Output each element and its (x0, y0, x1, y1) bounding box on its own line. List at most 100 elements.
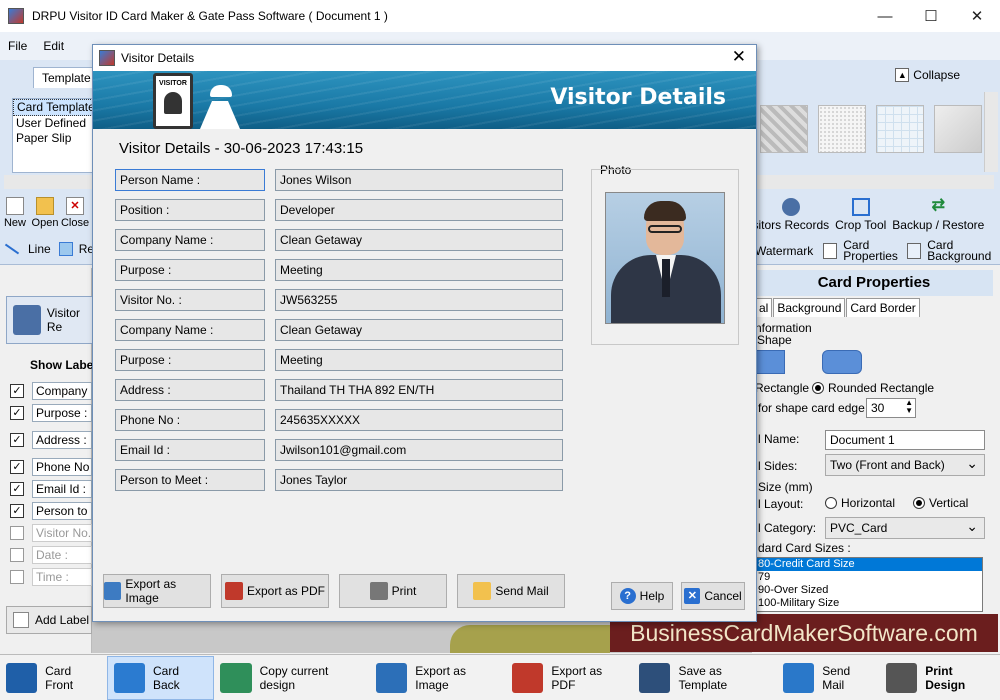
badge-text: VISITOR (159, 80, 187, 87)
vertical-option[interactable]: Vertical (913, 496, 968, 510)
label-checkbox[interactable]: ✓ (10, 460, 24, 474)
bottom-toolbar-button[interactable]: Save as Template (633, 656, 777, 700)
field-value[interactable]: 245635XXXXX (275, 409, 563, 431)
card-properties-button[interactable]: Card Properties (843, 239, 899, 262)
help-button[interactable]: ? Help (611, 582, 673, 610)
template-list[interactable]: Card Template User Defined Paper Slip (12, 98, 102, 173)
label-checkbox[interactable]: ✓ (10, 504, 24, 518)
watermark-button[interactable]: Watermark (755, 244, 813, 258)
maximize-button[interactable]: ☐ (908, 0, 954, 32)
card-size-item[interactable]: 90-Over Sized (756, 584, 982, 597)
label-checklist-row: Time : (10, 566, 92, 588)
horizontal-option[interactable]: Horizontal (825, 496, 895, 510)
bottom-toolbar-button[interactable]: Card Front (0, 656, 107, 700)
category-select[interactable]: PVC_Card (825, 517, 985, 539)
send-mail-button[interactable]: Send Mail (457, 574, 565, 608)
card-sides-select[interactable]: Two (Front and Back) (825, 454, 985, 476)
label-checkbox[interactable]: ✓ (10, 433, 24, 447)
tab-general[interactable]: al (755, 298, 773, 317)
template-list-item[interactable]: Paper Slip (13, 131, 101, 146)
print-button[interactable]: Print (339, 574, 447, 608)
spin-arrows-icon[interactable]: ▲ ▼ (905, 399, 913, 415)
close-file-button[interactable]: ✕ Close (60, 195, 90, 235)
label-checkbox[interactable]: ✓ (10, 406, 24, 420)
bottom-toolbar-button[interactable]: Export as PDF (506, 656, 633, 700)
card-sizes-list[interactable]: 80-Credit Card Size 79 90-Over Sized 100… (755, 557, 983, 612)
rectangle-option[interactable]: Rectangle (755, 381, 809, 395)
field-label: Company Name : (115, 319, 265, 341)
card-name-input[interactable]: Document 1 (825, 430, 985, 450)
export-image-button[interactable]: Export as Image (103, 574, 211, 608)
field-value[interactable]: Jones Taylor (275, 469, 563, 491)
field-value[interactable]: Clean Getaway (275, 319, 563, 341)
field-value[interactable]: Clean Getaway (275, 229, 563, 251)
tab-template[interactable]: Template (33, 67, 100, 88)
visitors-records-button[interactable]: Visitors Records (742, 198, 829, 232)
layout-label: l Layout: (758, 497, 804, 511)
shape-edge-stepper[interactable]: 30 ▲ ▼ (866, 398, 916, 418)
visitor-photo[interactable] (605, 192, 725, 324)
background-thumbnail[interactable] (760, 105, 808, 153)
badge-photo-icon (164, 92, 182, 114)
field-value[interactable]: Developer (275, 199, 563, 221)
minimize-button[interactable]: — (862, 0, 908, 32)
crop-tool-label: Crop Tool (835, 218, 887, 232)
field-value[interactable]: Thailand TH THA 892 EN/TH (275, 379, 563, 401)
line-tool[interactable]: Line (28, 242, 51, 256)
field-value[interactable]: Meeting (275, 259, 563, 281)
label-checkbox[interactable]: ✓ (10, 384, 24, 398)
label-checkbox[interactable] (10, 548, 24, 562)
field-value[interactable]: JW563255 (275, 289, 563, 311)
thumbnail-scrollbar[interactable] (984, 92, 998, 172)
label-checkbox[interactable]: ✓ (10, 482, 24, 496)
export-pdf-button[interactable]: Export as PDF (221, 574, 329, 608)
label-checklist-row: ✓ Company (10, 380, 92, 402)
new-button[interactable]: New (0, 195, 30, 235)
field-value[interactable]: Meeting (275, 349, 563, 371)
cancel-button[interactable]: ✕ Cancel (681, 582, 745, 610)
background-thumbnail[interactable] (818, 105, 866, 153)
template-list-item[interactable]: Card Template (13, 99, 101, 116)
export-pdf-label: Export as PDF (246, 584, 326, 598)
bottom-toolbar-button[interactable]: Copy current design (214, 656, 370, 700)
label-checkbox[interactable] (10, 570, 24, 584)
card-size-item[interactable]: 80-Credit Card Size (756, 558, 982, 571)
crop-tool-button[interactable]: Crop Tool (835, 198, 886, 232)
label-checkbox[interactable] (10, 526, 24, 540)
bottom-toolbar-button[interactable]: Export as Image (370, 656, 506, 700)
tab-card-border[interactable]: Card Border (846, 298, 920, 317)
visitor-records-button[interactable]: Visitor Re (6, 296, 96, 344)
vertical-radio[interactable] (913, 497, 925, 509)
background-thumbnail[interactable] (934, 105, 982, 153)
rectangle-icon (58, 242, 73, 256)
toolbar-label: Save as Template (678, 663, 728, 692)
horizontal-radio[interactable] (825, 497, 837, 509)
bottom-toolbar-button[interactable]: Send Mail (777, 656, 880, 700)
open-button[interactable]: Open (30, 195, 60, 235)
backup-restore-button[interactable]: ⇄ Backup / Restore (892, 198, 985, 233)
toolbar-icon (220, 662, 252, 693)
menu-edit[interactable]: Edit (43, 39, 64, 53)
rounded-rectangle-radio[interactable] (812, 382, 824, 394)
background-thumbnails (760, 105, 992, 153)
collapse-button[interactable]: ▲ Collapse (895, 68, 960, 82)
add-label-button[interactable]: Add Label (6, 606, 92, 634)
card-size-item[interactable]: 100-Military Size (756, 597, 982, 610)
menu-file[interactable]: File (8, 39, 27, 53)
rounded-rectangle-option[interactable]: Rounded Rectangle (812, 381, 934, 395)
rounded-rectangle-swatch[interactable] (822, 350, 862, 374)
label-checklist: ✓ Company ✓ Purpose : ✓ Address : ✓ Phone No ✓ Em… (10, 380, 92, 588)
card-background-button[interactable]: Card Background (927, 239, 997, 262)
field-value[interactable]: Jones Wilson (275, 169, 563, 191)
tab-background[interactable]: Background (773, 298, 846, 317)
card-size-item[interactable]: 79 (756, 571, 982, 584)
backup-restore-label: Backup / Restore (892, 218, 985, 232)
bottom-toolbar-button[interactable]: Card Back (106, 655, 215, 700)
background-thumbnail[interactable] (876, 105, 924, 153)
close-button[interactable]: ✕ (954, 0, 1000, 32)
bottom-toolbar-button[interactable]: Print Design (880, 656, 1000, 700)
field-value[interactable]: Jwilson101@gmail.com (275, 439, 563, 461)
template-list-item[interactable]: User Defined (13, 116, 101, 131)
dialog-close-button[interactable]: ✕ (732, 47, 746, 67)
label-checklist-row: ✓ Address : (10, 424, 92, 456)
